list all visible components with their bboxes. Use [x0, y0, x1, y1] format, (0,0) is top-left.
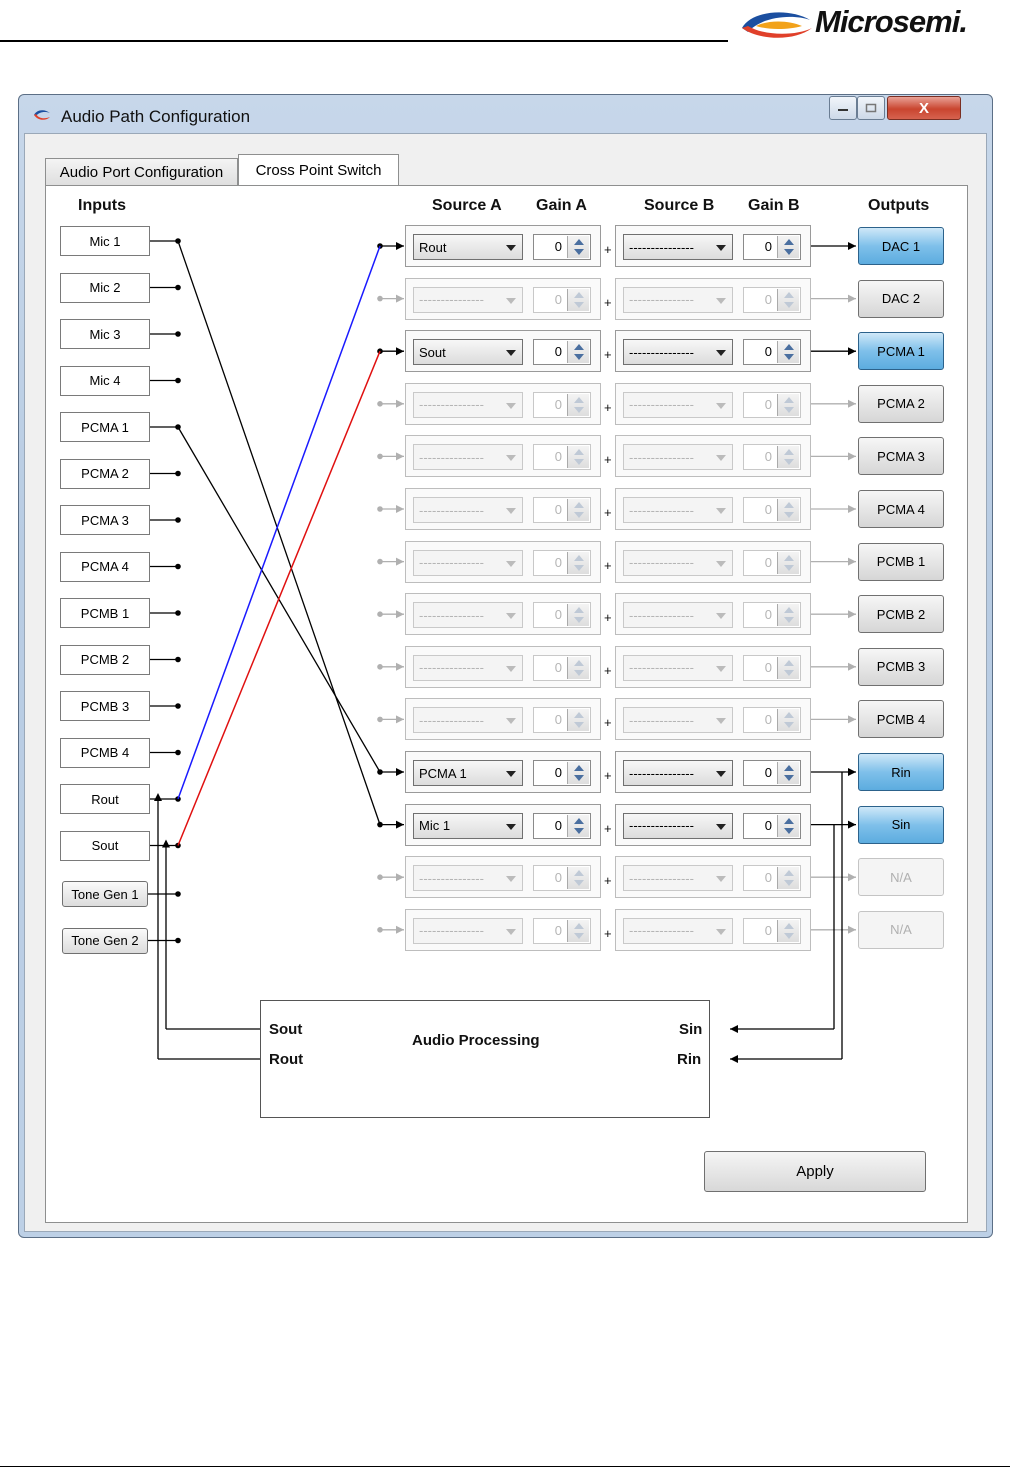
route-input-arrow	[396, 452, 404, 461]
sin-processing-arrow	[730, 1025, 738, 1033]
routing-wires	[148, 238, 856, 1063]
input-connection-dot	[175, 563, 181, 570]
input-connection-dot	[175, 937, 181, 944]
input-connection-dot	[175, 377, 181, 384]
route-input-arrow	[396, 610, 404, 619]
route-input-arrow	[396, 873, 404, 882]
rin-processing-arrow	[730, 1055, 738, 1063]
input-connection-dot	[175, 610, 181, 616]
input-connection-dot	[175, 331, 181, 337]
route-connection-dot	[377, 558, 383, 565]
apply-button[interactable]: Apply	[704, 1151, 926, 1192]
route-input-arrow	[396, 557, 404, 566]
route-output-arrow	[848, 925, 856, 934]
route-input-arrow	[396, 715, 404, 724]
route-connection-dot	[377, 401, 383, 407]
route-output-arrow	[848, 610, 856, 619]
route-input-arrow	[396, 294, 404, 303]
route-connection-dot	[377, 506, 383, 512]
sout-feedback-arrow	[162, 839, 170, 848]
route-output-arrow	[848, 873, 856, 882]
route-input-arrow	[396, 505, 404, 513]
route-connection-dot	[377, 874, 383, 880]
cross-point-content: Inputs Source A Gain A Source B Gain B O…	[0, 0, 1010, 1469]
input-connection-dot	[175, 749, 181, 756]
route-output-arrow	[848, 347, 856, 356]
route-output-arrow	[848, 294, 856, 303]
route-input-arrow	[396, 242, 404, 250]
route-input-arrow	[396, 925, 404, 934]
tab-cross-point-switch[interactable]: Cross Point Switch	[238, 154, 399, 185]
route-output-arrow	[848, 662, 856, 671]
route-connection-dot	[377, 716, 383, 723]
route-connection-dot	[377, 295, 383, 302]
processing-sin-label: Sin	[679, 1021, 703, 1038]
sin-output-arrow	[848, 820, 856, 829]
processing-sout-label: Sout	[269, 1021, 303, 1038]
rin-output-arrow	[848, 768, 856, 776]
input-connection-dot	[175, 703, 181, 709]
processing-title: Audio Processing	[412, 1032, 540, 1049]
route-input-arrow	[396, 820, 404, 829]
rout-feedback-arrow	[154, 793, 162, 801]
route-input-arrow	[396, 347, 404, 356]
route-input-arrow	[396, 768, 404, 776]
route-output-arrow	[848, 399, 856, 408]
route-output-arrow	[848, 715, 856, 724]
route-output-arrow	[848, 557, 856, 566]
route-connection-dot	[377, 664, 383, 670]
processing-rin-label: Rin	[677, 1051, 702, 1068]
route-connection-dot	[377, 927, 383, 933]
input-connection-dot	[175, 891, 181, 897]
input-connection-dot	[175, 656, 181, 663]
input-connection-dot	[175, 470, 181, 477]
route-output-arrow	[848, 452, 856, 461]
route-output-arrow	[848, 505, 856, 513]
route-output-arrow	[848, 242, 856, 250]
input-connection-dot	[175, 284, 181, 291]
route-input-arrow	[396, 662, 404, 671]
route-connection-dot	[377, 453, 383, 460]
processing-rout-label: Rout	[269, 1051, 304, 1068]
sout-to-pcma1-wire	[177, 350, 381, 846]
route-connection-dot	[377, 611, 383, 617]
route-input-arrow	[396, 399, 404, 408]
audio-processing-block: Sout Rout Audio Processing Sin Rin	[260, 1000, 710, 1118]
input-connection-dot	[175, 517, 181, 523]
